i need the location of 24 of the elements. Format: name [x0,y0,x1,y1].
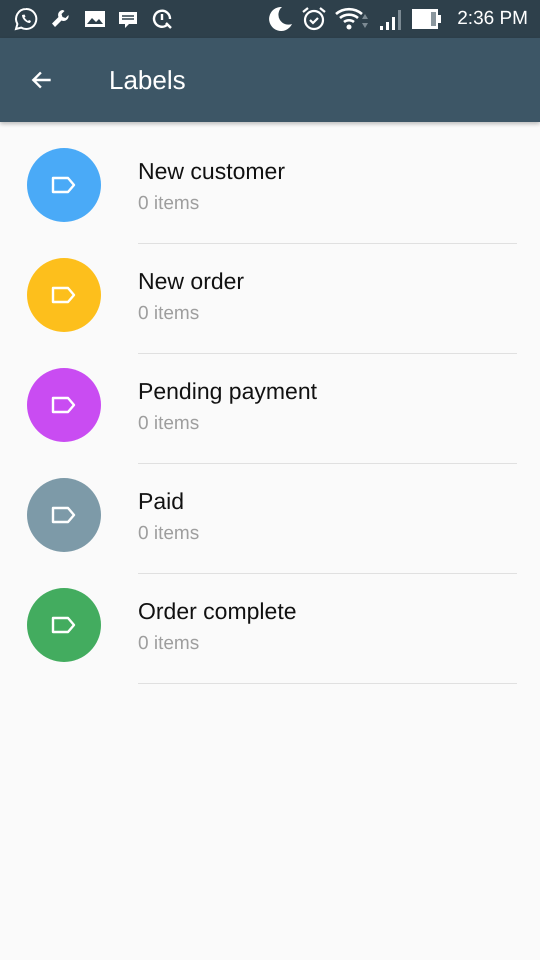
tag-icon [51,615,77,635]
label-name[interactable]: Pending payment [138,377,318,405]
image-icon [84,9,106,29]
gauge-icon [150,7,174,31]
label-name[interactable]: Order complete [138,597,297,625]
battery-icon [411,8,444,30]
item-count: 0 items [138,522,200,546]
item-count: 0 items [138,412,200,436]
label-name[interactable]: New order [138,267,244,295]
screen-title: Labels [109,64,186,96]
moon-icon [269,6,294,32]
item-count: 0 items [138,632,200,656]
chat-bubble-icon [14,7,38,31]
item-count: 0 items [138,192,200,216]
signal-icon [379,7,404,31]
alarm-clock-icon [301,6,328,32]
tag-icon [51,175,77,195]
label-name[interactable]: Paid [138,487,184,515]
tag-icon [51,395,77,415]
item-count: 0 items [138,302,200,326]
tag-icon [51,285,77,305]
label-name[interactable]: New customer [138,157,285,185]
tag-icon [51,505,77,525]
status-time: 2:36 PM [457,8,528,30]
